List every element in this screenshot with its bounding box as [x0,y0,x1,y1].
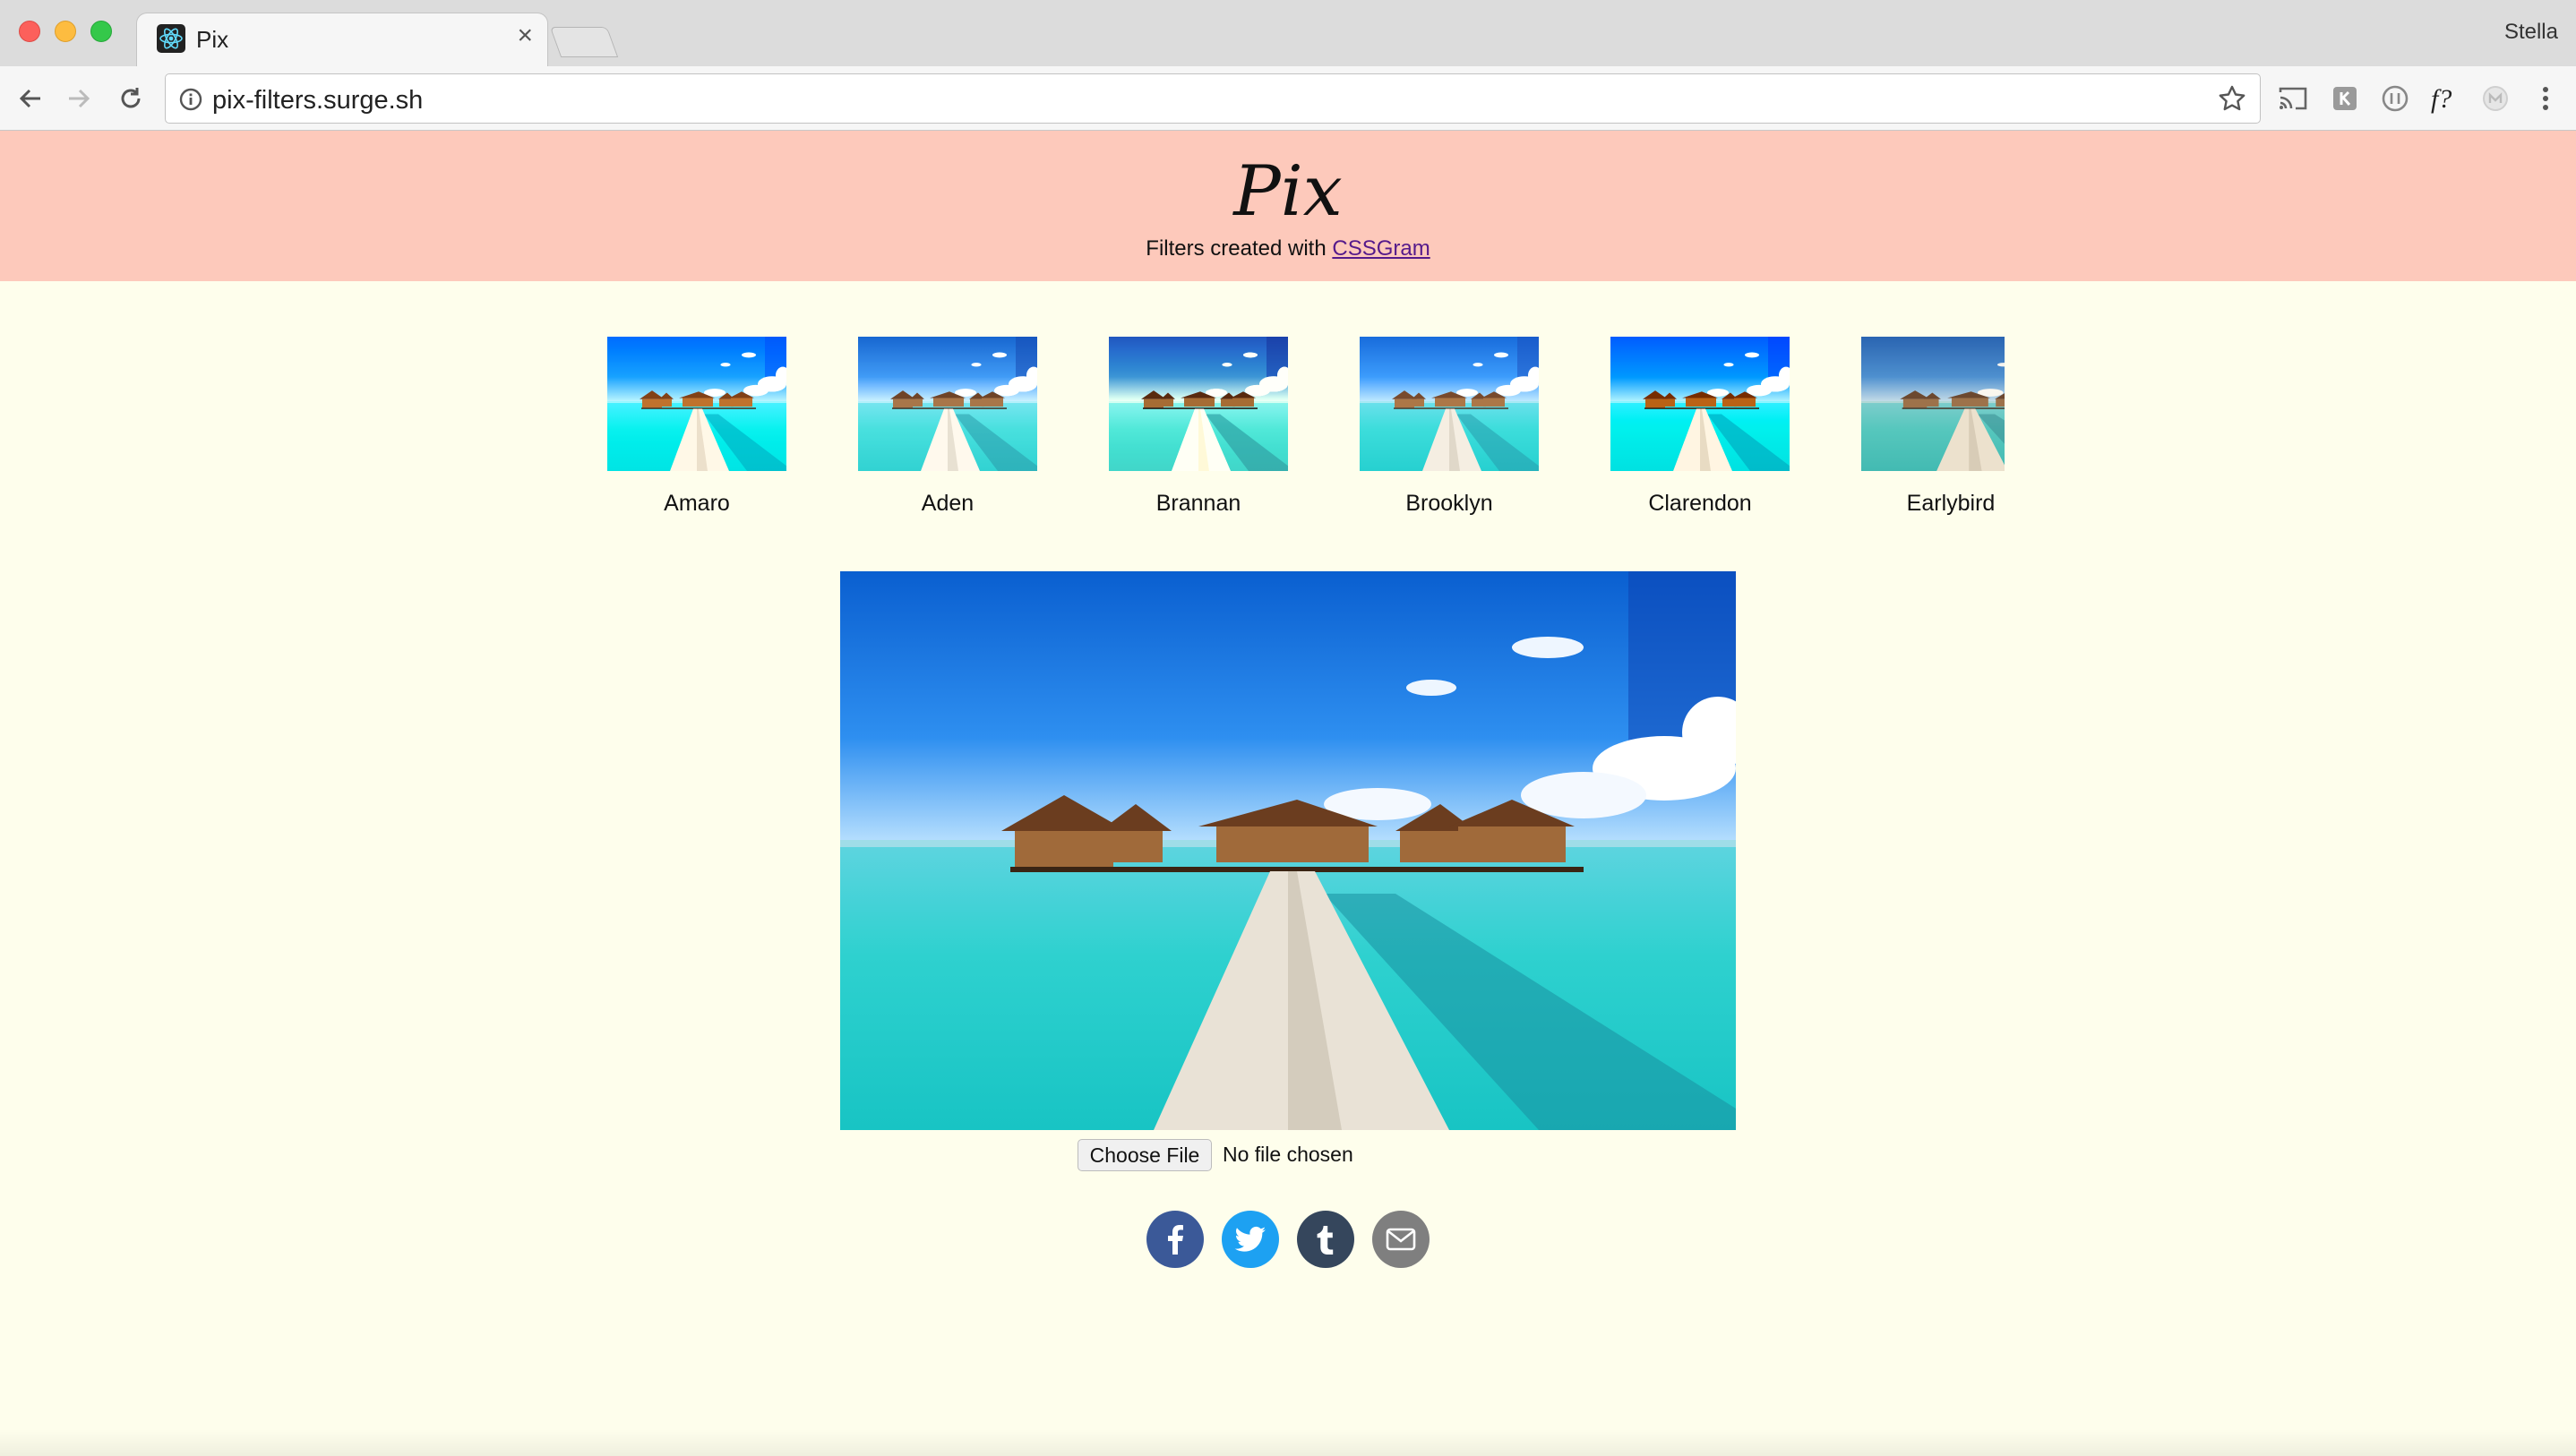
filter-aden[interactable]: Aden [849,337,1046,517]
react-favicon-icon [157,24,185,53]
main-photo [840,571,1736,1130]
app-logo: Pix [0,150,2576,232]
k-extension-icon[interactable] [2327,81,2363,116]
f-extension-icon[interactable]: f? [2427,81,2463,116]
file-status-text: No file chosen [1223,1143,1353,1166]
forward-button[interactable] [59,79,99,118]
share-facebook-button[interactable] [1146,1211,1204,1268]
tab-title: Pix [196,26,229,53]
page-header: Pix Filters created with CSSGram [0,131,2576,281]
profile-name[interactable]: Stella [2504,20,2558,45]
page: Pix Filters created with CSSGram Amaro A… [0,131,2576,1456]
window-close-button[interactable] [19,21,40,42]
filter-thumbnail[interactable] [1360,337,1539,471]
reload-icon [121,88,141,108]
share-email-button[interactable] [1372,1211,1430,1268]
menu-icon[interactable] [2528,81,2563,116]
filter-earlybird[interactable]: Earlybird [1852,337,2049,517]
choose-file-button[interactable]: Choose File [1078,1139,1212,1171]
filter-thumbnail[interactable] [1861,337,2005,471]
filter-thumbnail[interactable] [858,337,1037,471]
arrow-right-icon [69,89,90,108]
window-maximize-button[interactable] [90,21,112,42]
new-tab-button[interactable] [549,27,619,57]
info-icon[interactable] [178,87,203,112]
share-tumblr-button[interactable] [1297,1211,1354,1268]
browser-tab[interactable]: Pix × [136,13,548,66]
address-bar[interactable]: pix-filters.surge.sh [165,73,2261,124]
share-twitter-button[interactable] [1222,1211,1279,1268]
filter-thumbnail[interactable] [607,337,786,471]
logo-text: Pix [1232,151,1342,231]
page-subtitle: Filters created with CSSGram [0,236,2576,261]
reload-button[interactable] [111,79,150,118]
url-text[interactable]: pix-filters.surge.sh [212,86,423,116]
bookmark-star-icon[interactable] [2217,83,2247,114]
filter-label: Brooklyn [1405,491,1493,516]
window-minimize-button[interactable] [55,21,76,42]
filter-label: Aden [921,491,975,516]
arrow-left-icon [19,89,40,108]
browser-title-bar: Pix × Stella [0,0,2576,66]
filter-amaro[interactable]: Amaro [598,337,795,517]
a-extension-icon[interactable] [2377,81,2413,116]
filter-thumbnail[interactable] [1610,337,1790,471]
page-bottom-shadow [0,1429,2576,1456]
filter-thumbnail[interactable] [1109,337,1288,471]
facebook-icon [1168,1225,1183,1255]
svg-text:f?: f? [2431,84,2451,114]
cast-icon[interactable] [2275,81,2311,116]
filter-brannan[interactable]: Brannan [1100,337,1297,517]
filter-label: Brannan [1155,491,1241,516]
twitter-icon [1234,1226,1266,1252]
filter-label: Clarendon [1648,491,1752,516]
email-icon [1386,1228,1416,1251]
filter-label: Earlybird [1906,491,1996,516]
filter-clarendon[interactable]: Clarendon [1601,337,1799,517]
browser-toolbar: pix-filters.surge.sh f? [0,66,2576,131]
tumblr-icon [1317,1226,1334,1255]
filter-label: Amaro [664,491,730,516]
tab-close-icon[interactable]: × [517,22,533,49]
m-extension-icon[interactable] [2477,81,2513,116]
subtitle-text: Filters created with [1146,236,1333,261]
back-button[interactable] [11,79,50,118]
cssgram-link[interactable]: CSSGram [1332,236,1430,261]
filter-brooklyn[interactable]: Brooklyn [1351,337,1548,517]
